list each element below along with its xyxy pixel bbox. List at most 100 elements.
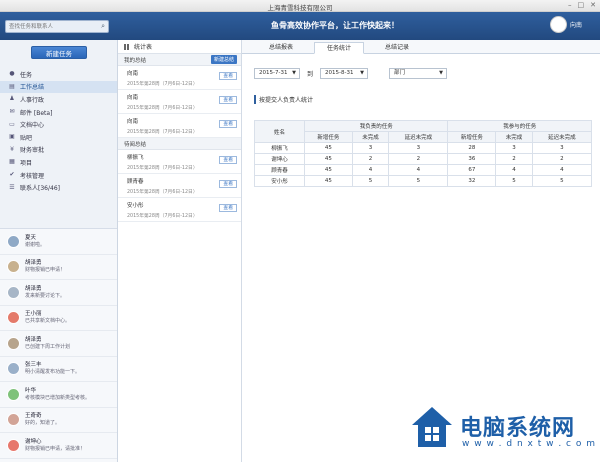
table-cell: 2 (495, 153, 533, 165)
project-icon: ▦ (9, 158, 15, 166)
table-cell: 4 (388, 164, 449, 176)
contact-message: 谢谢啦。 (25, 241, 46, 248)
view-report-button[interactable]: 查看 (219, 120, 237, 128)
contact-name: 胡泽勇 (25, 285, 42, 292)
my-reports-list: 向南 2015年第28周（7月6日-12日） 查看 向南 2015年第28周（7月6日-… (118, 66, 241, 138)
stats-header[interactable]: 统计表 (118, 40, 241, 54)
department-select[interactable]: 部门 ▼ (389, 68, 448, 79)
view-report-button[interactable]: 查看 (219, 96, 237, 104)
new-report-button[interactable]: 新建总结 (210, 55, 237, 64)
column-header[interactable]: 未完成 (351, 131, 390, 143)
minimize-button[interactable]: – (568, 1, 572, 9)
contact-item[interactable]: 夏天 谢谢啦。 (0, 229, 117, 255)
view-report-button[interactable]: 查看 (219, 156, 237, 164)
contact-avatar[interactable] (7, 438, 20, 452)
report-item[interactable]: 向南 2015年第28周（7月6日-12日） 查看 (118, 114, 241, 138)
table-row: 顾青春 45 4 4 67 4 4 (254, 164, 593, 176)
contact-name: 胡泽勇 (25, 336, 42, 343)
review-reports-list: 柳振飞 2015年第28周（7月6日-12日） 查看 顾青春 2015年第28周（7月6… (118, 150, 241, 222)
top-bar: ⌕ 鱼骨高效协作平台，让工作快起来！ 向南 (0, 12, 600, 40)
column-header[interactable]: 未完成 (495, 131, 533, 143)
filter-bar: 2015-7-31 ▼ 到 2015-8-31 ▼ 部门 ▼ (254, 68, 448, 79)
view-report-button[interactable]: 查看 (219, 180, 237, 188)
folder-icon: ▭ (9, 120, 15, 128)
contact-message: 财物报销已申请，请批准！ (25, 445, 86, 452)
contact-avatar[interactable] (7, 362, 20, 376)
column-header[interactable]: 新增任务 (304, 131, 353, 143)
user-name[interactable]: 向南 (570, 20, 582, 29)
row-name: 顾青春 (254, 164, 305, 176)
column-header[interactable]: 延迟未完成 (531, 131, 593, 143)
sidebar-item-4[interactable]: ▭ 文档中心 (0, 118, 117, 131)
close-button[interactable]: ✕ (590, 1, 596, 9)
report-item[interactable]: 安小彤 2015年第28周（7月6日-12日） 查看 (118, 198, 241, 222)
contact-item[interactable]: 安小龙 (0, 459, 117, 462)
slogan: 鱼骨高效协作平台，让工作快起来！ (271, 21, 399, 30)
contact-item[interactable]: 胡泽勇 发来新要讨论下。 (0, 280, 117, 306)
date-to-select[interactable]: 2015-8-31 ▼ (320, 68, 369, 79)
window-titlebar: 上海青雪科技有限公司 – □ ✕ (0, 0, 600, 12)
contact-name: 王小丽 (25, 311, 42, 317)
sidebar-item-7[interactable]: ▦ 项目 (0, 156, 117, 169)
new-task-button[interactable]: 新建任务 (31, 46, 87, 59)
table-row: 谢坤心 45 2 2 36 2 2 (254, 153, 593, 165)
contact-item[interactable]: 王小丽 已共享新文档中心。 (0, 306, 117, 331)
contact-item[interactable]: 胡泽勇 已创建下周工作计划 (0, 331, 117, 357)
contact-avatar[interactable] (7, 387, 20, 401)
contact-avatar[interactable] (7, 234, 20, 248)
chevron-down-icon: ▼ (439, 70, 444, 76)
table-body: 柳振飞 45 3 3 28 3 3 谢坤心 45 2 2 36 2 2 顾青春 45 4 4 67 4 4 安小彤 45 5 5… (254, 142, 593, 187)
maximize-button[interactable]: □ (578, 1, 585, 9)
table-row: 柳振飞 45 3 3 28 3 3 (254, 142, 593, 154)
user-profile[interactable]: 向南 (549, 16, 582, 33)
my-reports-label: 我的总结 (124, 57, 147, 64)
contact-avatar[interactable] (7, 311, 20, 325)
sidebar-item-5[interactable]: ▣ 贴吧 (0, 131, 117, 144)
avatar[interactable] (549, 16, 567, 33)
report-date: 2015年第28周（7月6日-12日） (127, 82, 198, 87)
contact-item[interactable]: 张三丰 明小清醒发布功能一下。 (0, 357, 117, 382)
my-reports-section: 我的总结 新建总结 (118, 54, 241, 66)
tab-2[interactable]: 总结记录 (374, 42, 420, 54)
sidebar-item-9[interactable]: ☰ 联系人[36/46] (0, 181, 117, 194)
sidebar-item-8[interactable]: ✔ 考核管理 (0, 169, 117, 182)
report-item[interactable]: 柳振飞 2015年第28周（7月6日-12日） 查看 (118, 150, 241, 174)
sidebar-item-1[interactable]: ▤ 工作总结 (0, 80, 117, 94)
view-report-button[interactable]: 查看 (219, 204, 237, 212)
table-cell: 3 (351, 142, 390, 154)
sidebar: 新建任务 ● 任务 ▤ 工作总结 ♟ 人事行政 ✉ 邮件 [Beta] ▭ 文档中心 ▣ 贴吧 ¥ 财务审… (0, 40, 118, 462)
sidebar-item-0[interactable]: ● 任务 (0, 68, 117, 81)
contact-item[interactable]: 胡泽勇 财物报销已申请！ (0, 255, 117, 280)
sidebar-item-2[interactable]: ♟ 人事行政 (0, 93, 117, 106)
circle-icon: ● (9, 70, 15, 78)
column-header[interactable]: 延迟未完成 (388, 131, 449, 143)
contact-item[interactable]: 王奇奇 好的，知道了。 (0, 408, 117, 433)
contact-avatar[interactable] (7, 413, 20, 427)
table-cell: 5 (531, 175, 593, 187)
contact-item[interactable]: 叶华 考核模块已增加新类型考核。 (0, 382, 117, 408)
table-row: 安小彤 45 5 5 32 5 5 (254, 175, 593, 187)
report-date: 2015年第28周（7月6日-12日） (127, 166, 198, 171)
contact-avatar[interactable] (7, 285, 20, 299)
tab-0[interactable]: 总结报表 (258, 42, 304, 54)
date-from-select[interactable]: 2015-7-31 ▼ (254, 68, 300, 79)
report-date: 2015年第28周（7月6日-12日） (127, 106, 198, 111)
contact-avatar[interactable] (7, 336, 20, 350)
table-cell: 67 (447, 164, 497, 176)
contact-item[interactable]: 谢坤心 财物报销已申请，请批准！ (0, 433, 117, 459)
contact-name: 胡泽勇 (25, 260, 42, 266)
report-item[interactable]: 顾青春 2015年第28周（7月6日-12日） 查看 (118, 174, 241, 198)
view-report-button[interactable]: 查看 (219, 72, 237, 80)
sidebar-item-6[interactable]: ¥ 财务审批 (0, 144, 117, 157)
task-stats-table: 姓名 我负责的任务 我参与的任务 新增任务 未完成 延迟未完成 新增任务 未完成 延迟未完… (254, 120, 593, 187)
report-item[interactable]: 向南 2015年第28周（7月6日-12日） 查看 (118, 66, 241, 90)
sidebar-item-label: 工作总结 (20, 84, 45, 92)
tab-1[interactable]: 任务统计 (314, 42, 364, 54)
sidebar-item-3[interactable]: ✉ 邮件 [Beta] (0, 106, 117, 119)
table-cell: 2 (388, 153, 449, 165)
contact-name: 叶华 (25, 387, 37, 394)
report-item[interactable]: 向南 2015年第28周（7月6日-12日） 查看 (118, 90, 241, 114)
contact-avatar[interactable] (7, 260, 20, 274)
column-header[interactable]: 新增任务 (447, 131, 497, 143)
contact-name: 王奇奇 (25, 413, 42, 419)
